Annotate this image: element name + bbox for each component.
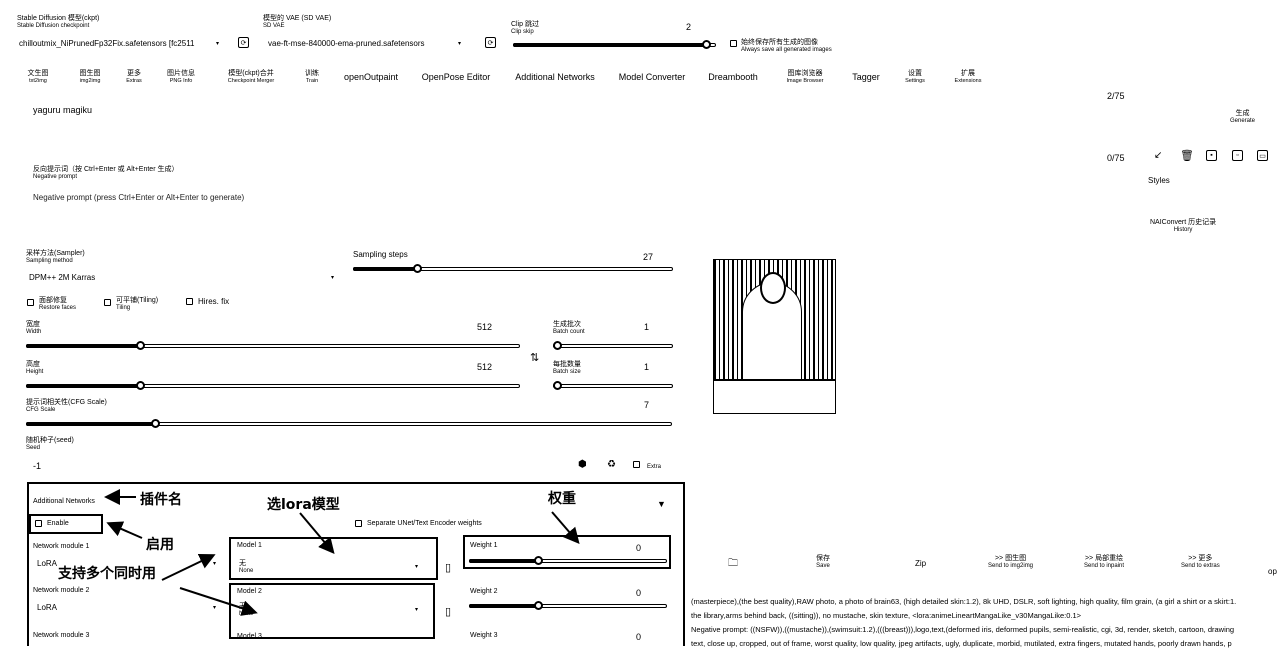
annotation-enable: 启用 [146, 537, 174, 553]
annotation-arrows [104, 489, 580, 616]
arrow-lora [299, 512, 335, 555]
save-button[interactable]: 保存 Save [816, 555, 830, 570]
folder-icon[interactable]: 🗀 [728, 556, 738, 573]
arrow-enable [106, 521, 143, 539]
zip-button[interactable]: Zip [915, 559, 926, 568]
save-label-zh: 保存 [816, 555, 830, 562]
send-img2img-label-en: Send to img2img [988, 563, 1034, 569]
info-line-3: Negative prompt: ((NSFW)),((mustache)),(… [691, 625, 1235, 634]
annotation-weight: 权重 [548, 491, 576, 507]
send-inpaint-label-en: Send to inpaint [1084, 563, 1125, 569]
send-to-extras-button[interactable]: >> 更多 Send to extras [1181, 555, 1220, 570]
openpose-button[interactable]: op [1268, 567, 1277, 576]
send-extras-label-en: Send to extras [1181, 563, 1220, 569]
generated-image[interactable] [713, 259, 836, 414]
arrow-multi-1 [161, 553, 216, 581]
send-extras-label-zh: >> 更多 [1188, 555, 1213, 562]
annotation-multi: 支持多个同时用 [58, 566, 156, 582]
send-to-img2img-button[interactable]: >> 图生图 Send to img2img [988, 555, 1033, 570]
arrow-multi-2 [179, 587, 258, 616]
save-label-en: Save [816, 563, 830, 569]
info-line-4: text, close up, cropped, out of frame, w… [691, 639, 1232, 648]
send-to-inpaint-button[interactable]: >> 局部重绘 Send to inpaint [1084, 555, 1124, 570]
annotation-choose-lora: 选lora模型 [267, 497, 340, 513]
info-line-2: the library,arms behind back, ((sitting)… [691, 611, 1082, 620]
annotation-plugin-name: 插件名 [140, 492, 182, 508]
info-line-1: (masterpiece),(the best quality),RAW pho… [691, 597, 1237, 606]
send-img2img-label-zh: >> 图生图 [994, 555, 1027, 562]
arrow-weight [551, 511, 580, 545]
send-inpaint-label-zh: >> 局部重绘 [1084, 555, 1124, 562]
